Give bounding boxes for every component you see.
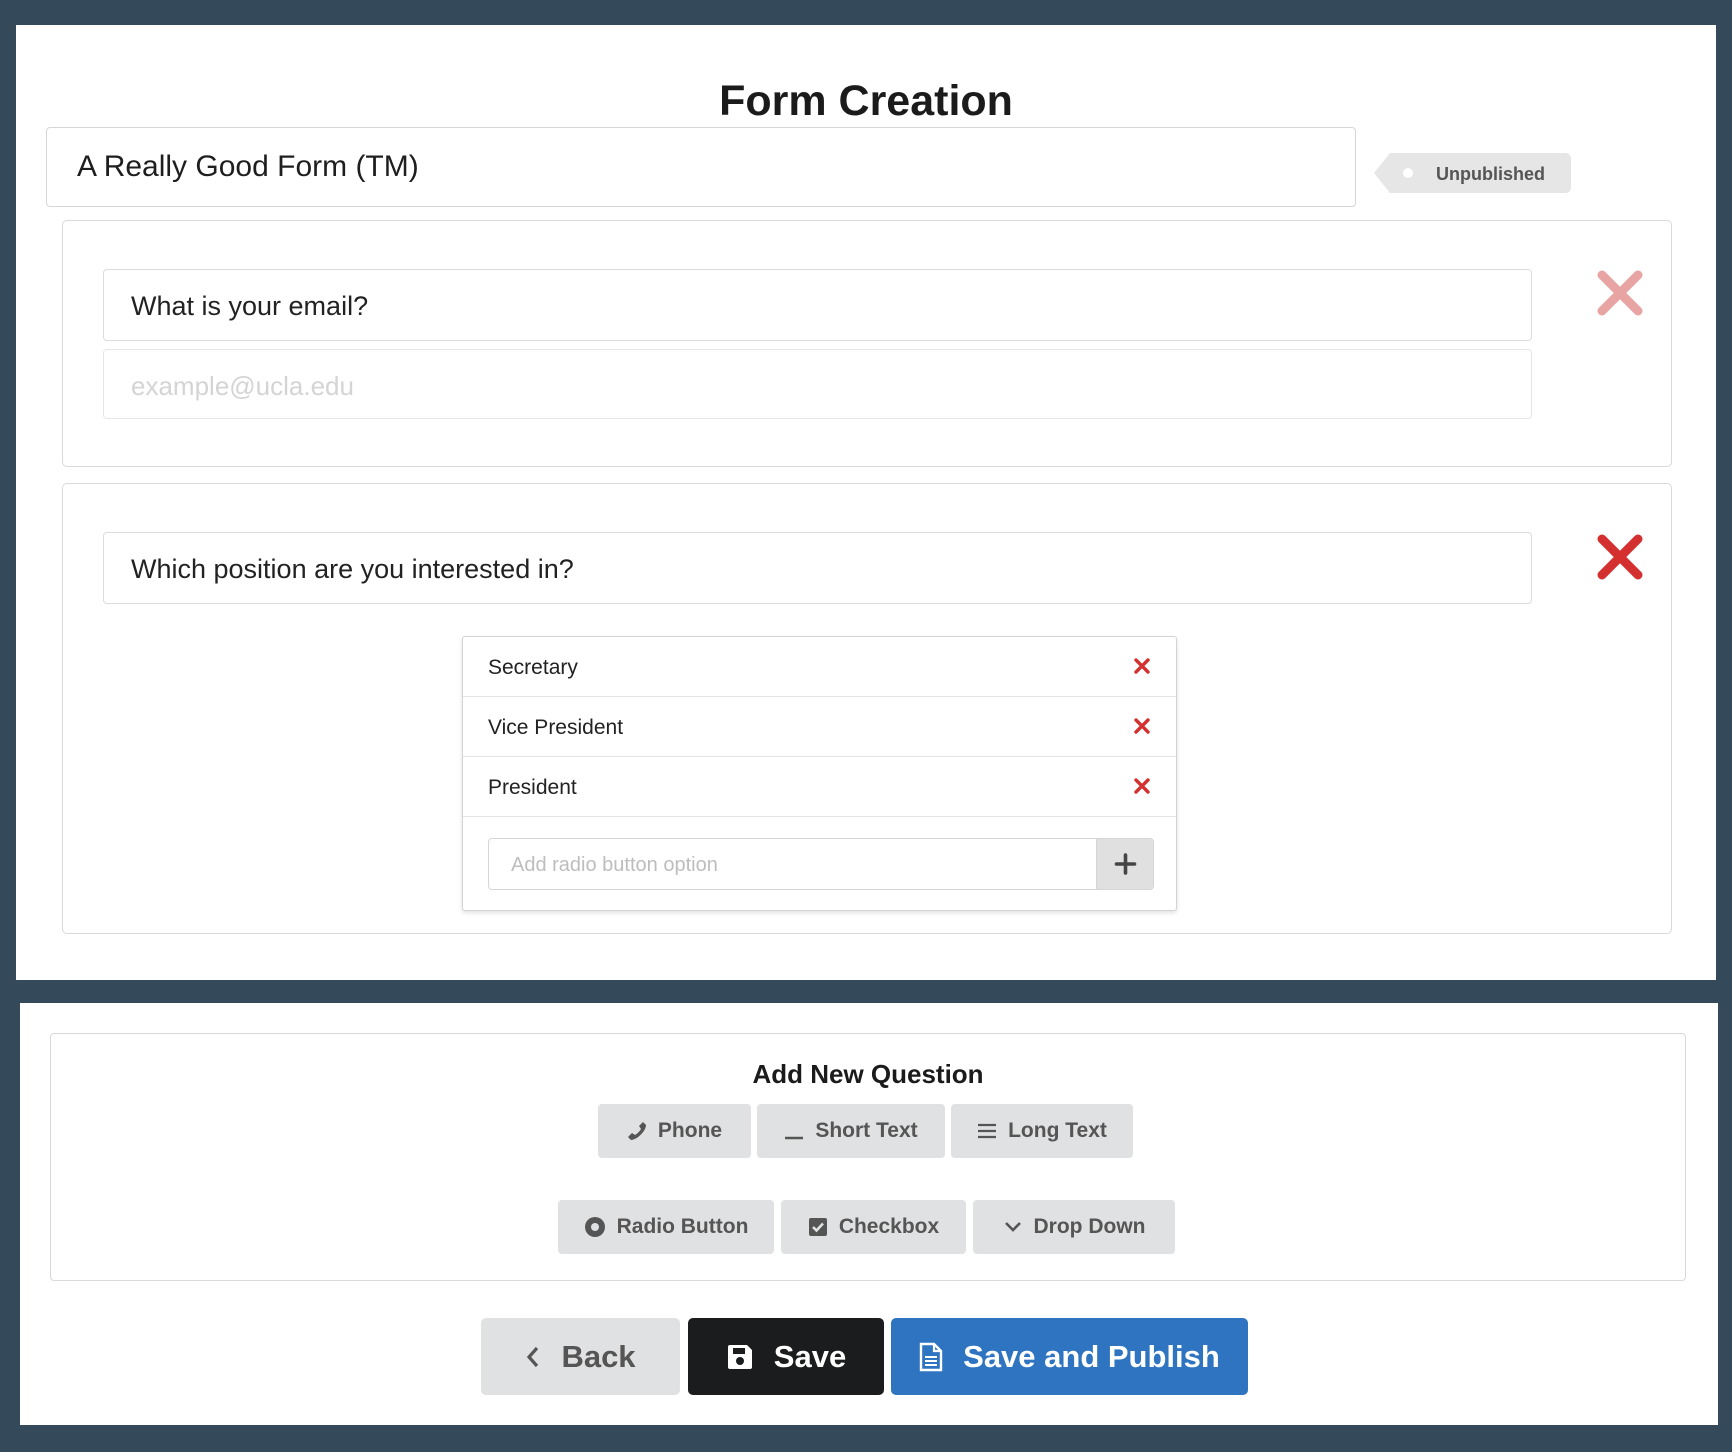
form-title-input[interactable]: A Really Good Form (TM) [46,127,1356,207]
add-long-text-button[interactable]: Long Text [951,1104,1133,1158]
list-item: President [463,757,1176,817]
plus-icon [1114,853,1137,875]
add-drop-down-button[interactable]: Drop Down [973,1200,1175,1254]
phone-icon [627,1122,646,1140]
option-label: President [488,776,577,799]
button-label: Radio Button [616,1215,749,1238]
button-label: Save [773,1338,847,1374]
add-question-title: Add New Question [752,1059,984,1089]
button-label: Long Text [1008,1119,1107,1142]
long-text-icon [978,1123,997,1139]
save-and-publish-button[interactable]: Save and Publish [891,1318,1248,1395]
add-option-button[interactable] [1096,839,1153,889]
add-question-box: Add New Question Phone Short Text Long T… [50,1033,1686,1281]
tag-hole-icon [1403,168,1413,178]
question-card: Which position are you interested in? Se… [62,483,1672,934]
option-label: Secretary [488,656,578,679]
question-label-input[interactable]: Which position are you interested in? [103,532,1532,604]
close-icon[interactable] [1596,533,1644,581]
button-label: Checkbox [838,1215,940,1238]
status-badge: Unpublished [1374,153,1571,193]
close-icon[interactable] [1596,269,1644,317]
chevron-down-icon [1004,1222,1021,1232]
button-label: Short Text [815,1119,918,1142]
chevron-left-icon [527,1346,539,1367]
add-option-input[interactable]: Add radio button option [489,839,1096,889]
email-answer-field[interactable]: example@ucla.edu [103,349,1532,419]
back-button[interactable]: Back [481,1318,680,1395]
add-option-group: Add radio button option [488,838,1154,890]
save-button[interactable]: Save [688,1318,884,1395]
radio-options-list: Secretary Vice President President Add r… [462,636,1177,911]
button-label: Drop Down [1033,1215,1146,1238]
add-checkbox-button[interactable]: Checkbox [781,1200,966,1254]
page-title: Form Creation [719,77,1013,125]
radio-button-icon [584,1217,605,1237]
close-icon[interactable] [1134,778,1150,794]
button-label: Phone [657,1119,723,1142]
checkbox-icon [808,1218,827,1236]
document-icon [919,1342,943,1371]
button-label: Back [561,1338,636,1374]
close-icon[interactable] [1134,658,1150,674]
add-question-panel: Add New Question Phone Short Text Long T… [20,1003,1718,1425]
button-label: Save and Publish [963,1338,1220,1374]
option-label: Vice President [488,716,624,739]
add-phone-button[interactable]: Phone [598,1104,751,1158]
floppy-disk-icon [727,1344,752,1369]
status-badge-label: Unpublished [1436,164,1545,184]
short-text-icon [785,1136,804,1140]
list-item: Secretary [463,637,1176,697]
add-short-text-button[interactable]: Short Text [757,1104,945,1158]
question-card: What is your email? example@ucla.edu [62,220,1672,467]
add-radio-button-button[interactable]: Radio Button [558,1200,774,1254]
close-icon[interactable] [1134,718,1150,734]
form-editor-panel: Form Creation A Really Good Form (TM) Un… [16,25,1716,980]
list-item: Vice President [463,697,1176,757]
question-label-input[interactable]: What is your email? [103,269,1532,341]
